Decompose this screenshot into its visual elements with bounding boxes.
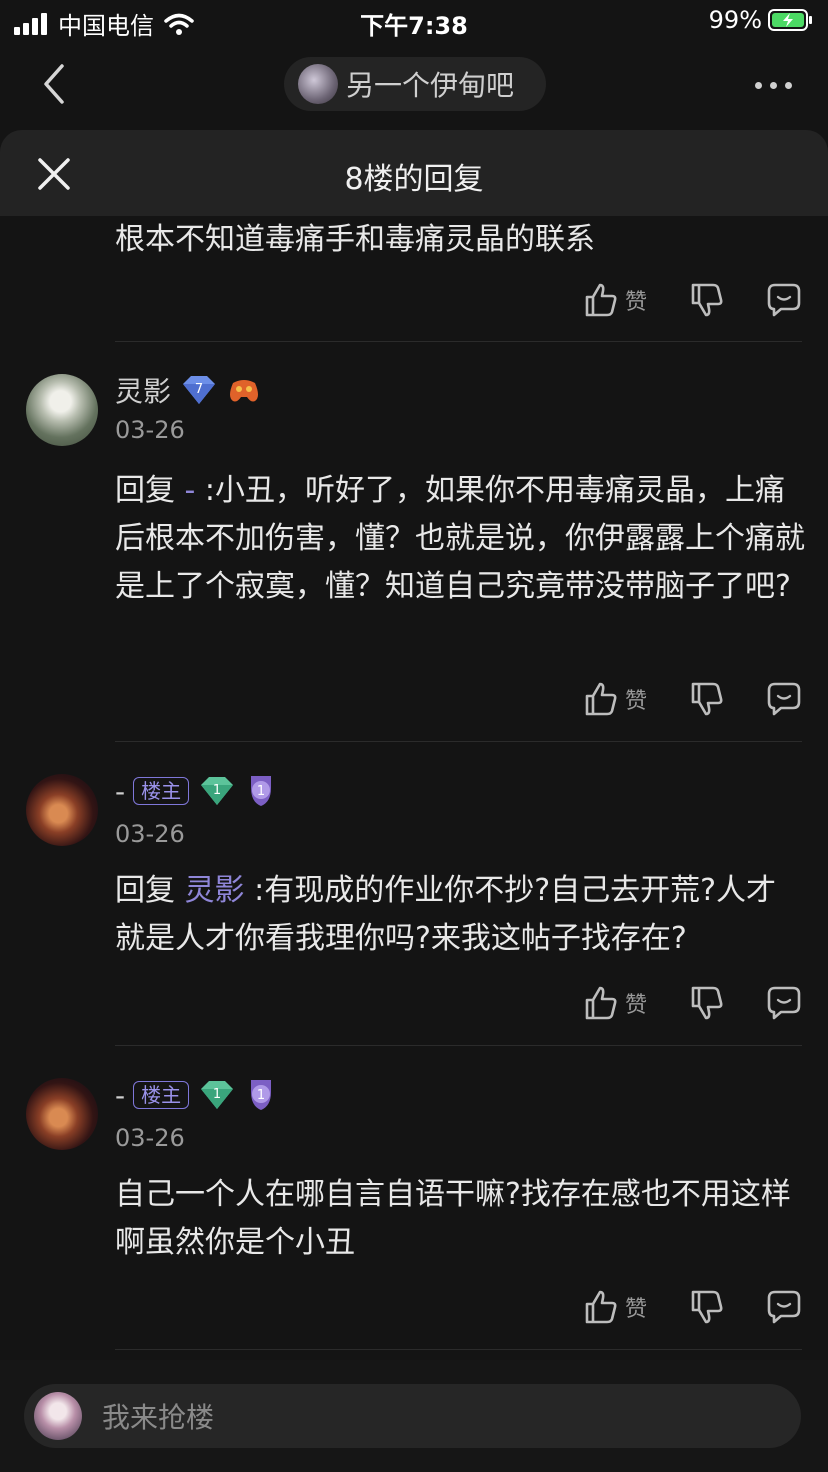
thumbs-up-icon [585,986,617,1020]
comment-button[interactable] [767,280,801,320]
reply-date: 03-26 [115,416,185,444]
status-bar: 中国电信 下午7:38 99% [0,0,828,44]
reply-date: 03-26 [115,1124,185,1152]
reply-input-placeholder: 我来抢楼 [102,1401,215,1434]
username[interactable]: - [115,1079,125,1112]
reply-target-link[interactable]: - [185,473,196,508]
username[interactable]: 灵影 [115,370,171,410]
reply-prefix: 回复 [115,473,175,508]
dislike-button[interactable] [691,1287,723,1327]
reply-text: 根本不知道毒痛手和毒痛灵晶的联系 [115,222,595,257]
dislike-button[interactable] [691,280,723,320]
bottom-bar: 我来抢楼 [0,1360,828,1472]
host-badge: 楼主 [133,1081,190,1109]
like-button[interactable]: 赞 [585,1287,647,1327]
forum-pill[interactable]: 另一个伊甸吧 [284,57,546,111]
thumbs-up-icon [585,283,617,317]
reply-target-link[interactable]: 灵影 [185,873,245,908]
svg-text:7: 7 [195,382,203,397]
reply-user-row: 灵影 7 [115,370,261,410]
reply-actions: 赞 [585,983,805,1023]
svg-text:1: 1 [213,783,221,798]
comment-icon [767,283,801,317]
battery-percent: 99% [708,6,762,34]
forum-avatar [298,64,338,104]
like-button[interactable]: 赞 [585,679,647,719]
dislike-button[interactable] [691,983,723,1023]
chevron-left-icon[interactable] [36,62,76,106]
sheet-header: 8楼的回复 [0,130,828,216]
comment-button[interactable] [767,983,801,1023]
like-label: 赞 [625,689,648,714]
reply-text: 回复 - :小丑，听好了，如果你不用毒痛灵晶，上痛后根本不加伤害，懂？也就是说，… [115,467,805,611]
reply-actions: 赞 [585,1287,805,1327]
username[interactable]: - [115,775,125,808]
like-label: 赞 [625,290,648,315]
comment-icon [767,682,801,716]
reply-text: 自己一个人在哪自言自语干嘛?找存在感也不用这样啊虽然你是个小丑 [115,1177,791,1260]
divider [115,341,802,342]
svg-text:1: 1 [213,1087,221,1102]
reply-body: :小丑，听好了，如果你不用毒痛灵晶，上痛后根本不加伤害，懂？也就是说，你伊露露上… [115,473,805,604]
my-avatar [34,1392,82,1440]
comment-icon [767,986,801,1020]
thumbs-up-icon [585,682,617,716]
dislike-button[interactable] [691,679,723,719]
svg-text:1: 1 [257,784,265,799]
diamond-level-1-icon: 1 [201,1081,234,1109]
medal-1-icon: 1 [251,776,272,806]
medal-1-icon: 1 [251,1080,272,1110]
avatar[interactable] [26,374,98,446]
diamond-level-7-icon: 7 [183,376,216,404]
comment-icon [767,1290,801,1324]
reply-actions: 赞 [585,679,805,719]
comment-button[interactable] [767,1287,801,1327]
reply-date: 03-26 [115,820,185,848]
divider [115,1045,802,1046]
like-label: 赞 [625,1297,648,1322]
thumbs-down-icon [691,1290,723,1324]
forum-name: 另一个伊甸吧 [346,69,515,102]
reply-user-row: - 楼主 1 1 [115,774,277,808]
like-button[interactable]: 赞 [585,983,647,1023]
like-label: 赞 [625,993,648,1018]
thumbs-down-icon [691,682,723,716]
avatar[interactable] [26,1078,98,1150]
comment-button[interactable] [767,679,801,719]
reply-text: 回复 灵影 :有现成的作业你不抄?自己去开荒?人才就是人才你看我理你吗?来我这帖… [115,867,805,963]
reply-prefix: 回复 [115,873,175,908]
more-dots-icon[interactable] [755,82,792,89]
gamepad-badge-icon [230,380,259,402]
divider [115,741,802,742]
nav-bar: 另一个伊甸吧 [0,44,828,128]
reply-list: 根本不知道毒痛手和毒痛灵晶的联系 赞 灵影 7 03-26 回复 - :小丑，听… [0,216,828,1360]
status-time: 下午7:38 [360,12,468,40]
reply-user-row: - 楼主 1 1 [115,1078,277,1112]
thumbs-up-icon [585,1290,617,1324]
thumbs-down-icon [691,986,723,1020]
reply-input[interactable]: 我来抢楼 [24,1384,801,1448]
diamond-level-1-icon: 1 [201,777,234,805]
host-badge: 楼主 [133,777,190,805]
reply-actions: 赞 [585,280,805,320]
divider [115,1349,802,1350]
like-button[interactable]: 赞 [585,280,647,320]
avatar[interactable] [26,774,98,846]
svg-text:1: 1 [257,1088,265,1103]
sheet-title: 8楼的回复 [344,162,484,197]
battery-charging-icon [768,9,812,31]
thumbs-down-icon [691,283,723,317]
